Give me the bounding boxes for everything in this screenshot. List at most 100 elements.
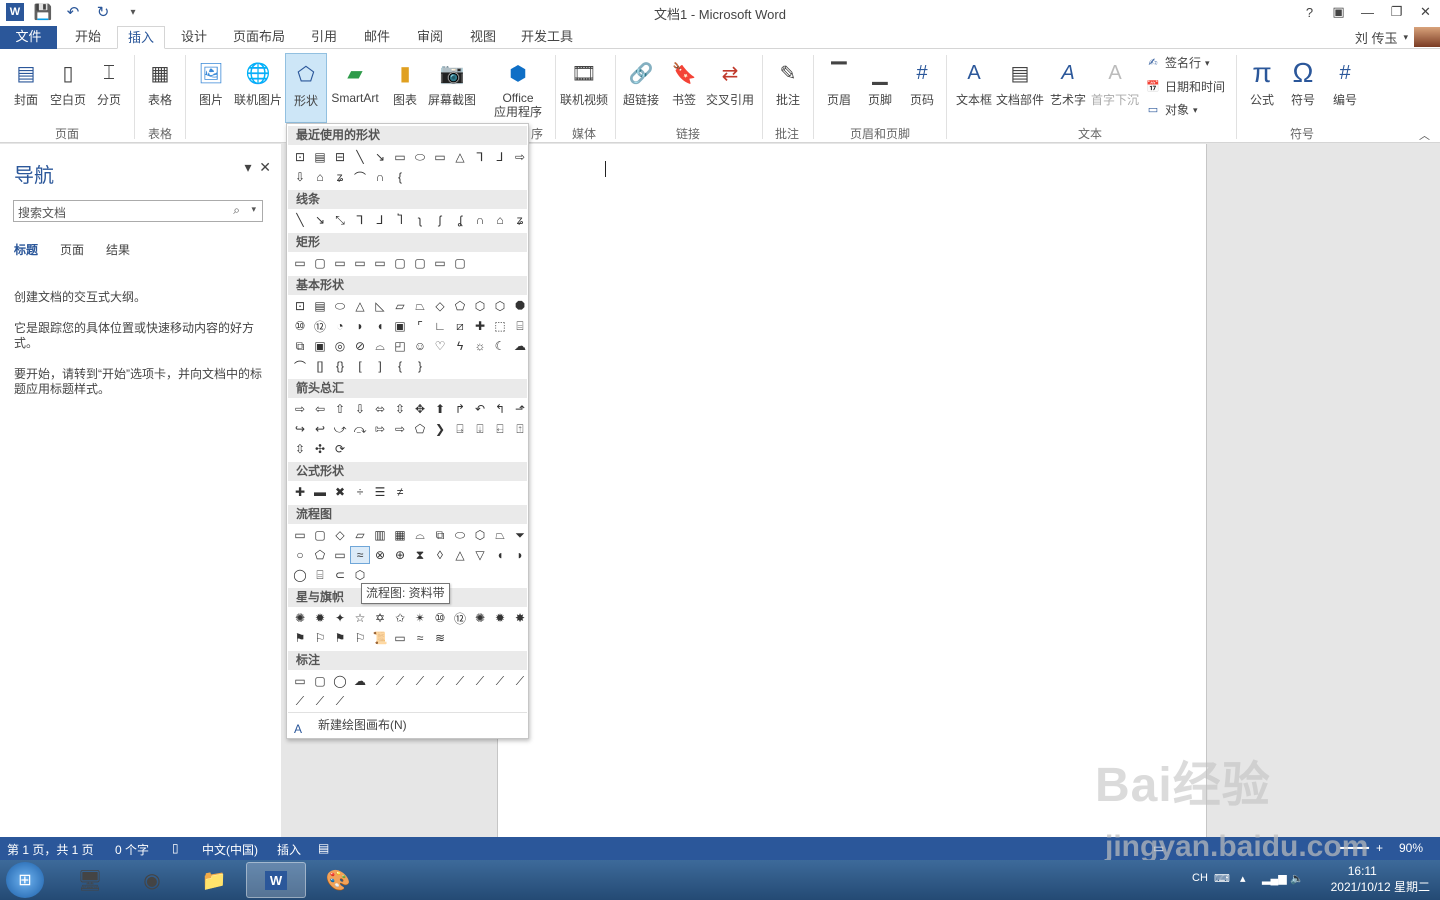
down-arrow-shape-icon[interactable]: ⇩ (350, 400, 370, 418)
line-callout-icon[interactable]: ⟋ (290, 692, 310, 710)
flowchart-merge-icon[interactable]: ▽ (470, 546, 490, 564)
wave-icon[interactable]: ≈ (410, 629, 430, 647)
nav-tab-results[interactable]: 结果 (106, 241, 130, 258)
quad-arrow-callout-shape-icon[interactable]: ✣ (310, 440, 330, 458)
hyperlink-button[interactable]: 🔗 超链接 (618, 53, 664, 121)
network-icon[interactable]: ▂▄▆ (1262, 872, 1287, 885)
up-arrow-shape-icon[interactable]: ⇧ (330, 400, 350, 418)
page-count[interactable]: 第 1 页，共 1 页 (7, 841, 94, 858)
round-rectangle-shape-icon[interactable]: ▢ (410, 254, 430, 272)
rectangle-shape-icon[interactable]: ▭ (390, 148, 410, 166)
ime-indicator[interactable]: CH (1192, 872, 1208, 884)
flowchart-extract-icon[interactable]: △ (450, 546, 470, 564)
vertical-text-box-shape-icon[interactable]: ▤ (310, 297, 330, 315)
cross-reference-button[interactable]: ⇄ 交叉引用 (704, 53, 756, 121)
lightning-bolt-shape-icon[interactable]: ϟ (450, 337, 470, 355)
donut-shape-icon[interactable]: ◎ (330, 337, 350, 355)
flowchart-stored-data-icon[interactable]: ◖ (490, 546, 510, 564)
circular-arrow-shape-icon[interactable]: ⟳ (330, 440, 350, 458)
elbow-connector-shape-icon[interactable]: ⅂ (470, 148, 490, 166)
rectangle-shape-icon[interactable]: ▭ (290, 254, 310, 272)
explosion-shape-icon[interactable]: ✹ (310, 609, 330, 627)
right-triangle-shape-icon[interactable]: ◺ (370, 297, 390, 315)
picture-button[interactable]: 🖼 图片 (187, 53, 235, 121)
online-video-button[interactable]: 🎞 联机视频 (557, 53, 611, 121)
start-button[interactable]: ⊞ (6, 862, 44, 898)
line-shape-icon[interactable]: ╲ (290, 211, 310, 229)
volume-icon[interactable]: 🔈 (1290, 872, 1304, 885)
tab-design[interactable]: 设计 (170, 26, 218, 49)
oval-shape-icon[interactable]: ⬭ (410, 148, 430, 166)
elbow-connector-shape-icon[interactable]: ⅂ (350, 211, 370, 229)
chart-button[interactable]: ▮ 图表 (381, 53, 429, 121)
bent-up-arrow-shape-icon[interactable]: ⬏ (510, 400, 530, 418)
tab-references[interactable]: 引用 (300, 26, 348, 49)
curved-double-arrow-shape-icon[interactable]: ʆ (450, 211, 470, 229)
shapes-button[interactable]: ⬠ 形状 (285, 53, 327, 123)
double-arrow-line-shape-icon[interactable]: ⤡ (330, 211, 350, 229)
plus-shape-icon[interactable]: ✚ (290, 483, 310, 501)
snip-rectangle-shape-icon[interactable]: ▭ (330, 254, 350, 272)
freeform-shape-icon[interactable]: ⌂ (490, 211, 510, 229)
minus-shape-icon[interactable]: ▬ (310, 483, 330, 501)
flowchart-multidocument-icon[interactable]: ⧉ (430, 526, 450, 544)
arrow-line-shape-icon[interactable]: ↘ (370, 148, 390, 166)
word-taskbar-icon[interactable]: W (246, 862, 306, 898)
close-button[interactable]: ✕ (1411, 0, 1440, 24)
ten-point-star-icon[interactable]: ⑩ (430, 609, 450, 627)
six-point-star-icon[interactable]: ✡ (370, 609, 390, 627)
brace-shape-icon[interactable]: { (390, 168, 410, 186)
zoom-in-icon[interactable]: + (1376, 841, 1383, 855)
vertical-text-box-shape-icon[interactable]: ▤ (310, 148, 330, 166)
down-ribbon-icon[interactable]: ⚐ (310, 629, 330, 647)
flowchart-predefined-process-icon[interactable]: ▥ (370, 526, 390, 544)
flowchart-collate-icon[interactable]: ⧗ (410, 546, 430, 564)
language-indicator[interactable]: 中文(中国) (202, 841, 258, 858)
line-callout-icon[interactable]: ⟋ (310, 692, 330, 710)
cloud-callout-icon[interactable]: ☁ (350, 672, 370, 690)
flowchart-punched-tape-icon[interactable]: ≈ (350, 546, 370, 564)
dodecagon-shape-icon[interactable]: ⑫ (310, 317, 330, 335)
macro-icon[interactable]: ▤ (318, 841, 329, 855)
date-time-button[interactable]: 📅 日期和时间 (1145, 77, 1225, 97)
trapezoid-shape-icon[interactable]: ⏢ (410, 297, 430, 315)
block-arc-shape-icon[interactable]: ⌓ (370, 337, 390, 355)
flowchart-data-icon[interactable]: ▱ (350, 526, 370, 544)
flowchart-internal-storage-icon[interactable]: ▦ (390, 526, 410, 544)
striped-right-arrow-shape-icon[interactable]: ⇰ (370, 420, 390, 438)
elbow-arrow-shape-icon[interactable]: ⅃ (490, 148, 510, 166)
tab-view[interactable]: 视图 (459, 26, 507, 49)
document-page[interactable] (497, 144, 1207, 837)
curve-shape-icon[interactable]: ∩ (370, 168, 390, 186)
flowchart-sequential-access-icon[interactable]: ◯ (290, 566, 310, 584)
l-shape-icon[interactable]: ∟ (430, 317, 450, 335)
undo-icon[interactable]: ↶ (62, 2, 84, 22)
arrow-line-shape-icon[interactable]: ↘ (310, 211, 330, 229)
left-right-up-arrow-shape-icon[interactable]: ⬆ (430, 400, 450, 418)
multiply-shape-icon[interactable]: ✖ (330, 483, 350, 501)
decagon-shape-icon[interactable]: ⑩ (290, 317, 310, 335)
triangle-shape-icon[interactable]: △ (350, 297, 370, 315)
right-bracket-shape-icon[interactable]: ] (370, 357, 390, 375)
text-box-shape-icon[interactable]: ⊟ (330, 148, 350, 166)
chord-shape-icon[interactable]: ◗ (350, 317, 370, 335)
cover-page-button[interactable]: ▤ 封面 (2, 53, 50, 121)
nav-close-icon[interactable]: ✕ (259, 159, 271, 175)
page-break-button[interactable]: ⌶ 分页 (85, 53, 133, 121)
curved-left-arrow-shape-icon[interactable]: ↩ (310, 420, 330, 438)
quad-arrow-shape-icon[interactable]: ✥ (410, 400, 430, 418)
scribble-shape-icon[interactable]: ʑ (330, 168, 350, 186)
explosion-shape-icon[interactable]: ✺ (290, 609, 310, 627)
flowchart-manual-operation-icon[interactable]: ⏷ (510, 526, 530, 544)
left-arrow-shape-icon[interactable]: ⇦ (310, 400, 330, 418)
up-ribbon-icon[interactable]: ⚑ (290, 629, 310, 647)
clock[interactable]: 16:11 2021/10/12 星期二 (1331, 863, 1430, 895)
online-picture-button[interactable]: 🌐 联机图片 (233, 53, 283, 121)
hexagon-shape-icon[interactable]: ⬡ (470, 297, 490, 315)
flowchart-alternate-process-icon[interactable]: ▢ (310, 526, 330, 544)
teardrop-shape-icon[interactable]: ◖ (370, 317, 390, 335)
flowchart-document-icon[interactable]: ⌓ (410, 526, 430, 544)
bevel-shape-icon[interactable]: ▣ (310, 337, 330, 355)
scribble-shape-icon[interactable]: ʑ (510, 211, 530, 229)
smartart-button[interactable]: ▰ SmartArt (329, 53, 381, 121)
